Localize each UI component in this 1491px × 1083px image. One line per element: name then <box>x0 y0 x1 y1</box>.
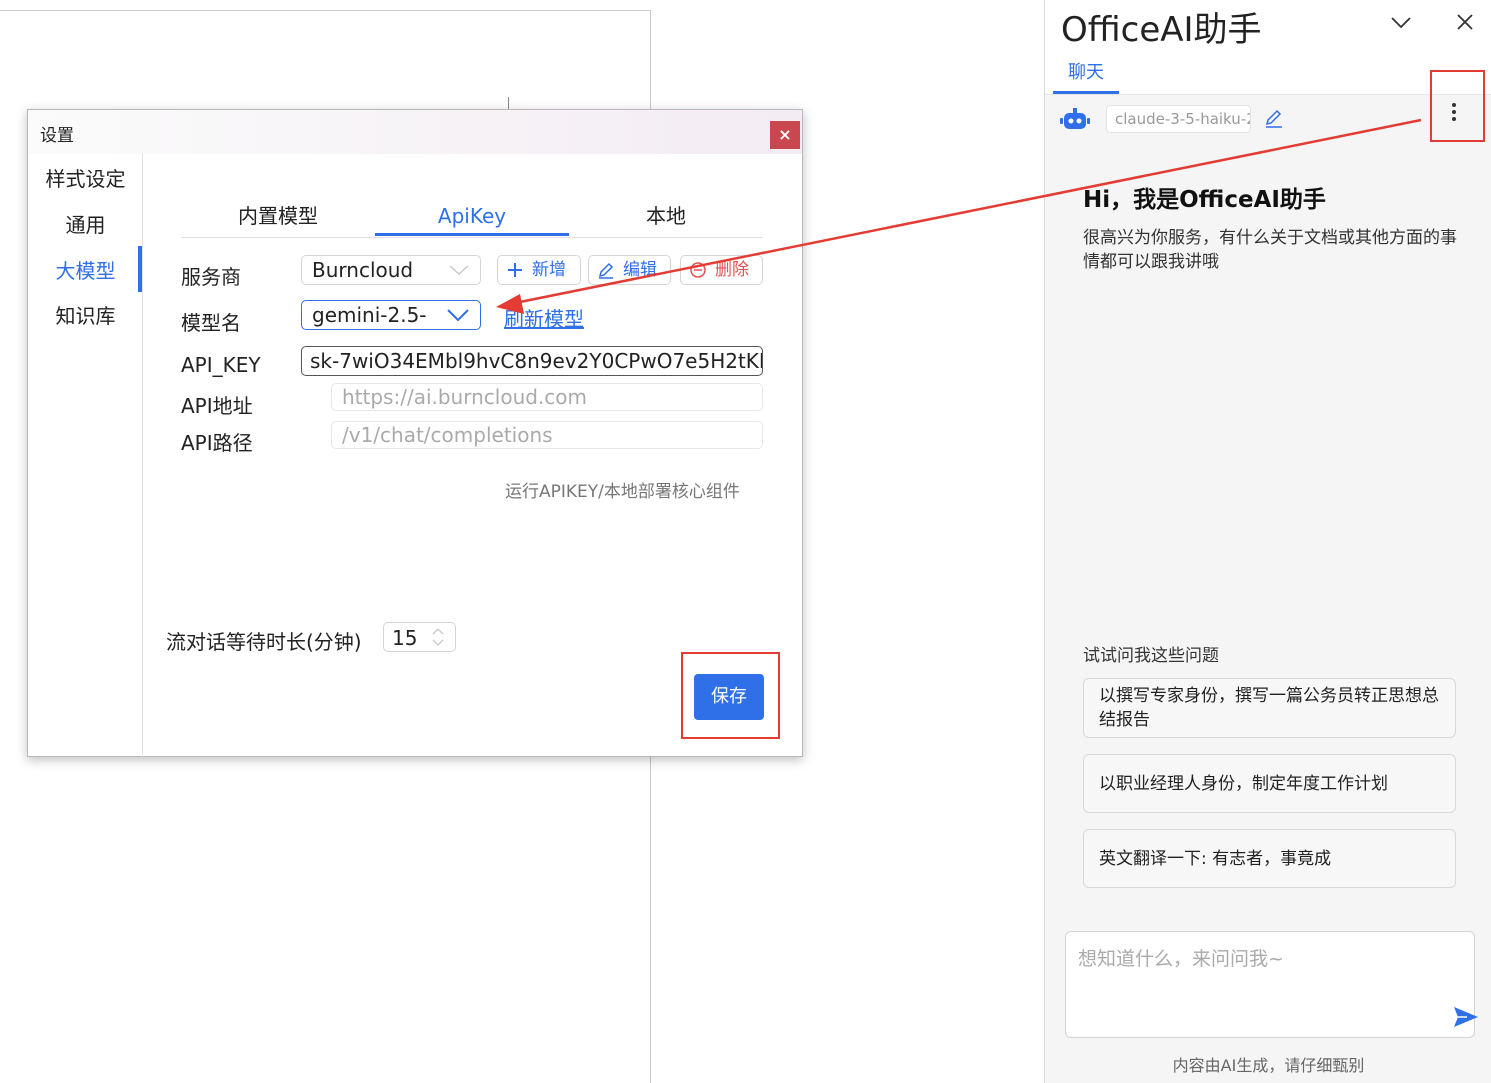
edit-button[interactable]: 编辑 <box>588 255 671 285</box>
api-key-label: API_KEY <box>181 353 261 377</box>
tab-apikey[interactable]: ApiKey <box>375 200 569 236</box>
close-icon[interactable] <box>1454 11 1476 33</box>
chevron-down-icon <box>449 265 469 276</box>
nav-active-indicator <box>138 246 142 292</box>
collapse-chevron-icon[interactable] <box>1389 11 1413 33</box>
robot-icon <box>1060 108 1090 129</box>
api-url-input[interactable]: https://ai.burncloud.com <box>331 383 763 411</box>
panel-title: OfficeAI助手 <box>1061 10 1262 50</box>
timeout-label: 流对话等待时长(分钟) <box>166 630 362 654</box>
edit-icon[interactable] <box>1264 109 1284 129</box>
dialog-title: 设置 <box>40 126 74 146</box>
chevron-down-icon <box>447 309 469 322</box>
model-name-select[interactable]: gemini-2.5-p <box>301 300 481 330</box>
chat-input[interactable]: 想知道什么，来问问我~ <box>1065 931 1478 1038</box>
api-path-input[interactable]: /v1/chat/completions <box>331 421 763 449</box>
greeting-body: 很高兴为你服务，有什么关于文档或其他方面的事情都可以跟我讲哦 <box>1083 228 1457 272</box>
send-icon[interactable] <box>1453 1005 1479 1029</box>
model-tabs: 内置模型 ApiKey 本地 <box>181 198 763 238</box>
nav-item-large-model[interactable]: 大模型 <box>28 249 143 293</box>
nav-item-knowledge-base[interactable]: 知识库 <box>28 294 143 338</box>
provider-select[interactable]: Burncloud <box>301 255 481 285</box>
api-key-input[interactable]: sk-7wiO34EMbl9hvC8n9ev2Y0CPwO7e5H2tKMlz <box>301 346 763 376</box>
greeting-title: Hi，我是OfficeAI助手 <box>1083 187 1326 213</box>
api-url-label: API地址 <box>181 394 253 418</box>
menu-highlight-box <box>1430 70 1485 142</box>
delete-icon <box>690 262 706 278</box>
model-name-label: 模型名 <box>181 311 241 335</box>
tab-chat[interactable]: 聊天 <box>1053 58 1119 94</box>
refresh-models-link[interactable]: 刷新模型 <box>504 303 584 332</box>
settings-nav: 样式设定 通用 大模型 知识库 <box>28 154 143 757</box>
ai-disclaimer: 内容由AI生成，请仔细甄别 <box>1172 1056 1365 1075</box>
timeout-stepper[interactable]: 15 <box>383 622 456 652</box>
api-path-label: API路径 <box>181 431 253 455</box>
stepper-arrows-icon[interactable] <box>431 625 445 649</box>
dialog-close-button[interactable]: × <box>770 121 800 149</box>
screen: 设置 × 样式设定 通用 大模型 知识库 内置模型 ApiKey 本地 服务商 … <box>0 0 1491 1083</box>
panel-header: OfficeAI助手 聊天 <box>1045 0 1491 95</box>
add-button[interactable]: 新增 <box>497 255 581 285</box>
delete-button[interactable]: 删除 <box>680 255 763 285</box>
tab-local[interactable]: 本地 <box>569 200 763 236</box>
plus-icon <box>508 263 522 277</box>
suggestion-item[interactable]: 英文翻译一下: 有志者，事竟成 <box>1083 829 1456 888</box>
dialog-titlebar[interactable]: 设置 × <box>28 110 802 154</box>
nav-item-style-settings[interactable]: 样式设定 <box>28 157 143 201</box>
suggestion-item[interactable]: 以职业经理人身份，制定年度工作计划 <box>1083 754 1456 813</box>
nav-item-general[interactable]: 通用 <box>28 203 143 247</box>
edit-icon <box>598 262 614 279</box>
save-highlight-box <box>681 652 780 739</box>
provider-label: 服务商 <box>181 265 241 289</box>
model-name-pill[interactable]: claude-3-5-haiku-2 <box>1106 105 1251 133</box>
core-component-hint[interactable]: 运行APIKEY/本地部署核心组件 <box>505 477 740 502</box>
tab-builtin-model[interactable]: 内置模型 <box>181 200 375 236</box>
suggestion-item[interactable]: 以撰写专家身份，撰写一篇公务员转正思想总结报告 <box>1083 678 1456 738</box>
suggestions-title: 试试问我这些问题 <box>1083 646 1219 666</box>
officeai-panel: OfficeAI助手 聊天 claude-3-5-haiku-2 Hi，我是Of… <box>1044 0 1491 1083</box>
